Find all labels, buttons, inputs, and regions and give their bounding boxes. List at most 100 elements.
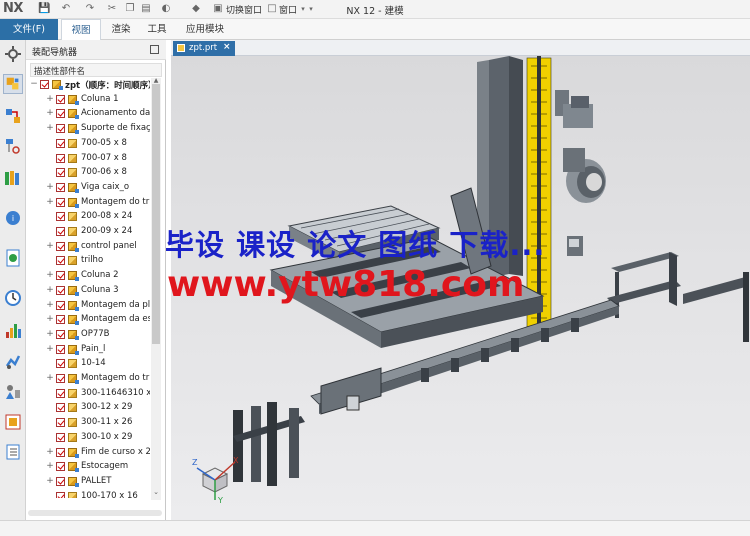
hd3d-icon[interactable]: i [3, 208, 23, 228]
tree-row[interactable]: 200-08 x 24 [26, 210, 150, 225]
expand-toggle-icon[interactable]: + [46, 300, 54, 310]
copy-icon[interactable]: ❐ [124, 3, 136, 15]
visibility-checkbox[interactable] [56, 300, 65, 310]
visibility-checkbox[interactable] [56, 197, 65, 207]
tree-row[interactable]: + Viga caix_o [26, 181, 150, 196]
expand-toggle-icon[interactable]: + [46, 461, 54, 471]
visibility-checkbox[interactable] [56, 403, 65, 413]
visibility-checkbox[interactable] [56, 344, 65, 354]
visibility-checkbox[interactable] [56, 491, 65, 498]
touch-mode-icon[interactable]: ◐ [160, 3, 172, 15]
expand-toggle-icon[interactable]: + [46, 314, 54, 324]
palette-icon[interactable] [3, 412, 23, 432]
undo-icon[interactable]: ↶ [60, 3, 72, 15]
document-tab[interactable]: zpt.prt × [173, 41, 235, 56]
tab-view[interactable]: 视图 [61, 19, 101, 40]
close-icon[interactable]: × [223, 42, 231, 52]
tree-row[interactable]: 700-07 x 8 [26, 152, 150, 167]
part-navigator-icon[interactable] [3, 136, 23, 156]
tree-row[interactable]: + Montagem do trilho [26, 196, 150, 211]
expand-toggle-icon[interactable]: + [46, 344, 54, 354]
visibility-checkbox[interactable] [56, 329, 65, 339]
visibility-checkbox[interactable] [56, 168, 65, 178]
tree-row[interactable]: 200-09 x 24 [26, 225, 150, 240]
tree-row[interactable]: + Coluna 1 [26, 93, 150, 108]
expand-toggle-icon[interactable]: + [46, 182, 54, 192]
tab-render[interactable]: 渲染 [104, 19, 138, 40]
expand-toggle-icon[interactable]: + [46, 373, 54, 383]
visibility-checkbox[interactable] [56, 124, 65, 134]
save-icon[interactable]: 💾 [38, 3, 50, 15]
switch-window-icon[interactable]: ▣ [212, 3, 224, 15]
paste-icon[interactable]: ▤ [140, 3, 152, 15]
maximize-icon[interactable] [150, 45, 159, 54]
visibility-checkbox[interactable] [56, 109, 65, 119]
expand-toggle-icon[interactable]: + [46, 197, 54, 207]
visibility-checkbox[interactable] [56, 212, 65, 222]
tab-file[interactable]: 文件(F) [0, 19, 58, 40]
process-studio-icon[interactable] [3, 382, 23, 402]
tree-row[interactable]: + Estocagem [26, 460, 150, 475]
reuse-library-icon[interactable] [3, 168, 23, 188]
assembly-navigator-icon[interactable] [3, 74, 23, 94]
visibility-checkbox[interactable] [40, 80, 49, 89]
expand-toggle-icon[interactable]: + [46, 108, 54, 118]
column-header[interactable]: 描述性部件名 [30, 63, 162, 77]
tab-tools[interactable]: 工具 [142, 19, 172, 40]
switch-window-button[interactable]: 切换窗口 [226, 3, 262, 16]
tree-row[interactable]: + Coluna 2 [26, 269, 150, 284]
tree-row[interactable]: + Pain_l [26, 343, 150, 358]
visibility-checkbox[interactable] [56, 359, 65, 369]
visibility-checkbox[interactable] [56, 315, 65, 325]
visibility-checkbox[interactable] [56, 256, 65, 266]
tree-row[interactable]: 10-14 [26, 357, 150, 372]
visibility-checkbox[interactable] [56, 447, 65, 457]
tree-row[interactable]: + Acionamento da coluna [26, 107, 150, 122]
visibility-checkbox[interactable] [56, 388, 65, 398]
tab-applications[interactable]: 应用模块 [178, 19, 232, 40]
web-browser-icon[interactable] [3, 248, 23, 268]
tree-row[interactable]: 300-10 x 29 [26, 431, 150, 446]
window-icon[interactable]: □ [266, 3, 278, 15]
tree-row[interactable]: 300-12 x 29 [26, 401, 150, 416]
tree-row[interactable]: + Suporte de fixação [26, 122, 150, 137]
tree-row[interactable]: + Coluna 3 [26, 284, 150, 299]
role-icon[interactable] [3, 352, 23, 372]
expand-toggle-icon[interactable]: + [46, 476, 54, 486]
tree-row[interactable]: 300-11646310 x 1 [26, 387, 150, 402]
visibility-checkbox[interactable] [56, 153, 65, 163]
expand-toggle-icon[interactable]: + [46, 285, 54, 295]
tree-row[interactable]: trilho [26, 254, 150, 269]
visibility-checkbox[interactable] [56, 241, 65, 251]
expand-toggle-icon[interactable]: + [46, 123, 54, 133]
tree-row[interactable]: + Montagem da estrutura [26, 313, 150, 328]
tree-row[interactable]: + Montagem do trilho [26, 372, 150, 387]
tree-row[interactable]: + Fim de curso x 2 [26, 446, 150, 461]
system-materials-icon[interactable] [3, 442, 23, 462]
visibility-checkbox[interactable] [56, 94, 65, 104]
vertical-scrollbar[interactable]: ▲ ⌄ [151, 78, 161, 500]
visibility-checkbox[interactable] [56, 138, 65, 148]
history-icon[interactable] [3, 288, 23, 308]
scrollbar-thumb[interactable] [152, 84, 160, 344]
visibility-checkbox[interactable] [56, 271, 65, 281]
tree-root-row[interactable]: − zpt（顺序：时间顺序） [26, 78, 150, 93]
tree-row[interactable]: + control panel [26, 240, 150, 255]
tree-row[interactable]: 700-06 x 8 [26, 166, 150, 181]
tree-row[interactable]: + PALLET [26, 475, 150, 490]
tree-row[interactable]: 300-11 x 26 [26, 416, 150, 431]
constraint-navigator-icon[interactable] [3, 106, 23, 126]
horizontal-scrollbar[interactable] [28, 510, 162, 516]
visual-report-icon[interactable] [3, 320, 23, 340]
gear-icon[interactable] [3, 44, 23, 64]
expand-toggle-icon[interactable]: + [46, 270, 54, 280]
scroll-down-icon[interactable]: ⌄ [152, 488, 160, 496]
visibility-checkbox[interactable] [56, 227, 65, 236]
tree-row[interactable]: 100-170 x 16 [26, 490, 150, 498]
tree-row[interactable]: + OP77B [26, 328, 150, 343]
tree-row[interactable]: 700-05 x 8 [26, 137, 150, 152]
visibility-checkbox[interactable] [56, 418, 65, 428]
expand-toggle-icon[interactable]: + [46, 329, 54, 339]
visibility-checkbox[interactable] [56, 432, 65, 442]
expand-toggle-icon[interactable]: + [46, 447, 54, 457]
